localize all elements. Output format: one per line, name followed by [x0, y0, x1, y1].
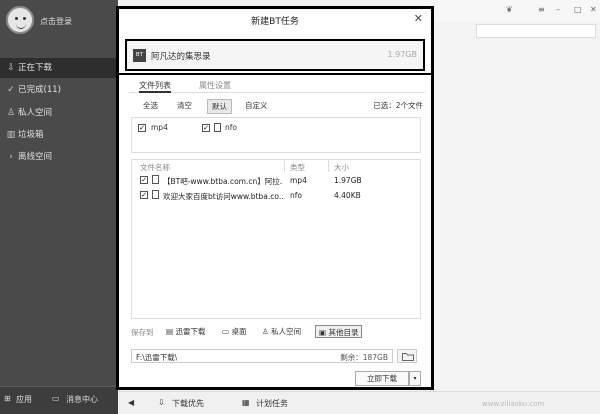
- column-name[interactable]: 文件名称: [140, 162, 170, 173]
- tab-file-list[interactable]: 文件列表: [139, 80, 171, 93]
- tab-bar: 文件列表 属性设置: [129, 79, 425, 93]
- table-row[interactable]: ✓ 欢迎大家百度bt访问www.btba.co... nfo 4.40KB: [132, 189, 420, 203]
- file-name: 欢迎大家百度bt访问www.btba.co...: [163, 192, 283, 201]
- clear-button[interactable]: 清空: [173, 99, 196, 112]
- sidebar-item-label: 垃圾箱: [18, 130, 44, 140]
- schedule-icon: ▦: [242, 398, 250, 407]
- browse-folder-button[interactable]: [397, 349, 417, 363]
- default-button[interactable]: 默认: [207, 99, 232, 114]
- sidebar-item-completed[interactable]: ✓ 已完成(11): [0, 80, 118, 100]
- user-icon: ♙: [6, 108, 16, 118]
- file-size: 4.40KB: [334, 191, 361, 200]
- sidebar-item-label: 已完成(11): [18, 85, 61, 95]
- file-type: mp4: [290, 176, 307, 185]
- download-now-button[interactable]: 立即下载: [355, 371, 409, 386]
- apps-button[interactable]: 应用: [16, 394, 32, 405]
- priority-icon: ⇩: [158, 398, 165, 407]
- chevron-right-icon: ›: [9, 152, 13, 162]
- chevron-down-icon[interactable]: ▾: [409, 371, 421, 386]
- close-icon[interactable]: ✕: [590, 5, 597, 14]
- dialog-title: 新建BT任务: [251, 17, 299, 27]
- new-bt-task-dialog: 新建BT任务 ✕ BT 阿凡达的集思录 1.97GB 文件列表 属性设置 全选 …: [116, 6, 434, 390]
- message-icon: ▭: [52, 394, 60, 403]
- video-file-icon: [152, 175, 159, 184]
- tab-properties[interactable]: 属性设置: [199, 80, 231, 91]
- save-option-other[interactable]: ▣ 其他目录: [315, 325, 363, 338]
- save-option-desktop[interactable]: ▭ 桌面: [219, 325, 249, 338]
- save-option-label: 迅雷下载: [175, 327, 206, 336]
- file-size: 1.97GB: [334, 176, 362, 185]
- file-type: nfo: [290, 191, 302, 200]
- sidebar-item-trash[interactable]: ▥ 垃圾箱: [0, 125, 118, 145]
- torrent-header: BT 阿凡达的集思录 1.97GB: [125, 39, 425, 71]
- trash-icon: ▥: [6, 130, 16, 140]
- sidebar-item-label: 私人空间: [18, 108, 53, 118]
- minimize-icon[interactable]: –: [556, 5, 560, 14]
- window-controls: ❦ ≡ – □ ✕: [430, 0, 600, 22]
- scheduled-tasks-button[interactable]: 计划任务: [256, 398, 288, 409]
- save-to-label: 保存到: [131, 328, 154, 337]
- sidebar-item-private-space[interactable]: ♙ 私人空间: [0, 103, 118, 123]
- type-label: mp4: [151, 123, 168, 132]
- back-icon[interactable]: ◀: [128, 398, 134, 407]
- search-input[interactable]: [476, 24, 596, 38]
- sidebar-item-label: 正在下载: [18, 63, 53, 73]
- sidebar-bottom: ⊞ 应用 ▭ 消息中心: [0, 386, 118, 414]
- torrent-name: 阿凡达的集思录: [151, 52, 211, 62]
- apps-icon: ⊞: [4, 394, 11, 403]
- bird-icon[interactable]: ❦: [506, 5, 513, 14]
- sidebar: 点击登录 ⇩ 正在下载 ✓ 已完成(11) ♙ 私人空间 ▥ 垃圾箱 › 离线空…: [0, 0, 118, 414]
- column-size[interactable]: 大小: [334, 162, 349, 173]
- message-center-button[interactable]: 消息中心: [66, 394, 98, 405]
- file-list: 文件名称 类型 大小 ✓ 【BT吧-www.btba.com.cn】阿拉... …: [131, 159, 421, 319]
- login-link[interactable]: 点击登录: [40, 16, 72, 27]
- sidebar-item-label: 离线空间: [18, 152, 53, 162]
- close-icon[interactable]: ✕: [414, 12, 423, 25]
- save-option-private[interactable]: ♙ 私人空间: [259, 325, 304, 338]
- check-circle-icon: ✓: [7, 85, 15, 95]
- type-label: nfo: [225, 123, 237, 132]
- file-type-filter: ✓ mp4 ✓ nfo: [131, 117, 421, 153]
- row-checkbox[interactable]: ✓: [140, 191, 148, 199]
- free-space: 剩余：187GB: [340, 353, 388, 362]
- file-icon: [214, 123, 221, 132]
- column-type[interactable]: 类型: [290, 162, 305, 173]
- torrent-size: 1.97GB: [387, 50, 418, 59]
- selected-count: 已选：2个文件: [373, 101, 423, 110]
- save-option-label: 其他目录: [328, 328, 359, 337]
- save-option-label: 桌面: [231, 327, 247, 336]
- column-divider: [284, 160, 285, 172]
- custom-button[interactable]: 自定义: [241, 99, 272, 112]
- avatar[interactable]: [6, 6, 34, 34]
- download-priority-button[interactable]: 下载优先: [172, 398, 204, 409]
- save-path: F:\迅雷下载\: [136, 353, 178, 362]
- maximize-icon[interactable]: □: [574, 5, 582, 14]
- text-file-icon: [152, 190, 159, 199]
- sidebar-item-downloading[interactable]: ⇩ 正在下载: [0, 58, 118, 78]
- table-row[interactable]: ✓ 【BT吧-www.btba.com.cn】阿拉... mp4 1.97GB: [132, 174, 420, 188]
- save-option-xunlei[interactable]: ▤ 迅雷下载: [163, 325, 208, 338]
- file-name: 【BT吧-www.btba.com.cn】阿拉...: [163, 177, 283, 186]
- type-checkbox-nfo[interactable]: ✓: [202, 124, 210, 132]
- save-path-input[interactable]: F:\迅雷下载\ 剩余：187GB: [131, 349, 393, 363]
- type-checkbox-mp4[interactable]: ✓: [138, 124, 146, 132]
- menu-icon[interactable]: ≡: [538, 5, 545, 14]
- sidebar-item-offline-space[interactable]: › 离线空间: [0, 147, 118, 167]
- folder-icon: [402, 353, 414, 361]
- bt-file-icon: BT: [133, 49, 146, 62]
- save-option-label: 私人空间: [271, 327, 302, 336]
- download-icon: ⇩: [7, 63, 15, 73]
- column-divider: [328, 160, 329, 172]
- row-checkbox[interactable]: ✓: [140, 176, 148, 184]
- watermark: www.ziliaoku.com: [482, 400, 545, 408]
- dialog-body: 文件列表 属性设置 全选 清空 默认 自定义 已选：2个文件 ✓ mp4 ✓ n…: [119, 73, 431, 387]
- select-all-button[interactable]: 全选: [139, 99, 162, 112]
